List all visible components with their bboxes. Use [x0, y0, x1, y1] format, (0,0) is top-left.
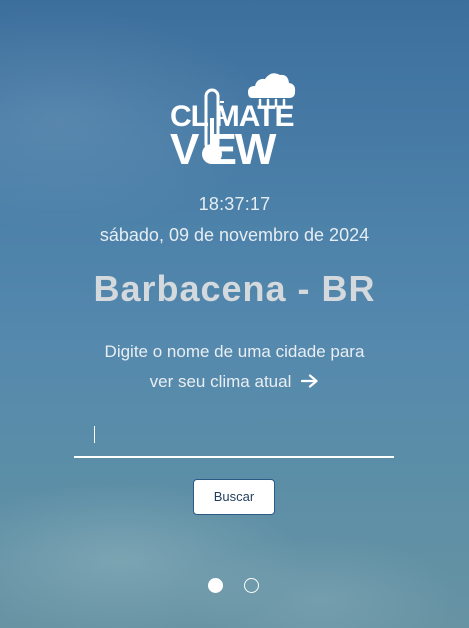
- current-date: sábado, 09 de novembro de 2024: [99, 225, 370, 245]
- search-prompt: Digite o nome de uma cidade para ver seu…: [60, 337, 409, 397]
- search-field: [74, 418, 394, 458]
- search-prompt-line2: ver seu clima atual: [60, 367, 409, 397]
- current-time: 18:37:17: [198, 194, 271, 214]
- arrow-right-icon: [301, 374, 318, 388]
- app-logo: CL MATE V EW: [168, 68, 300, 168]
- city-title: Barbacena - BR: [93, 268, 376, 309]
- carousel-indicators: [208, 578, 268, 594]
- carousel-dot-1[interactable]: [208, 578, 223, 593]
- search-button[interactable]: Buscar: [193, 479, 275, 515]
- text-caret: [94, 426, 95, 443]
- logo-text-view: V EW: [170, 125, 277, 168]
- search-prompt-line2-text: ver seu clima atual: [149, 372, 292, 391]
- carousel-dot-2[interactable]: [244, 578, 259, 593]
- city-search-input[interactable]: [74, 418, 394, 454]
- search-prompt-line1: Digite o nome de uma cidade para: [104, 342, 365, 361]
